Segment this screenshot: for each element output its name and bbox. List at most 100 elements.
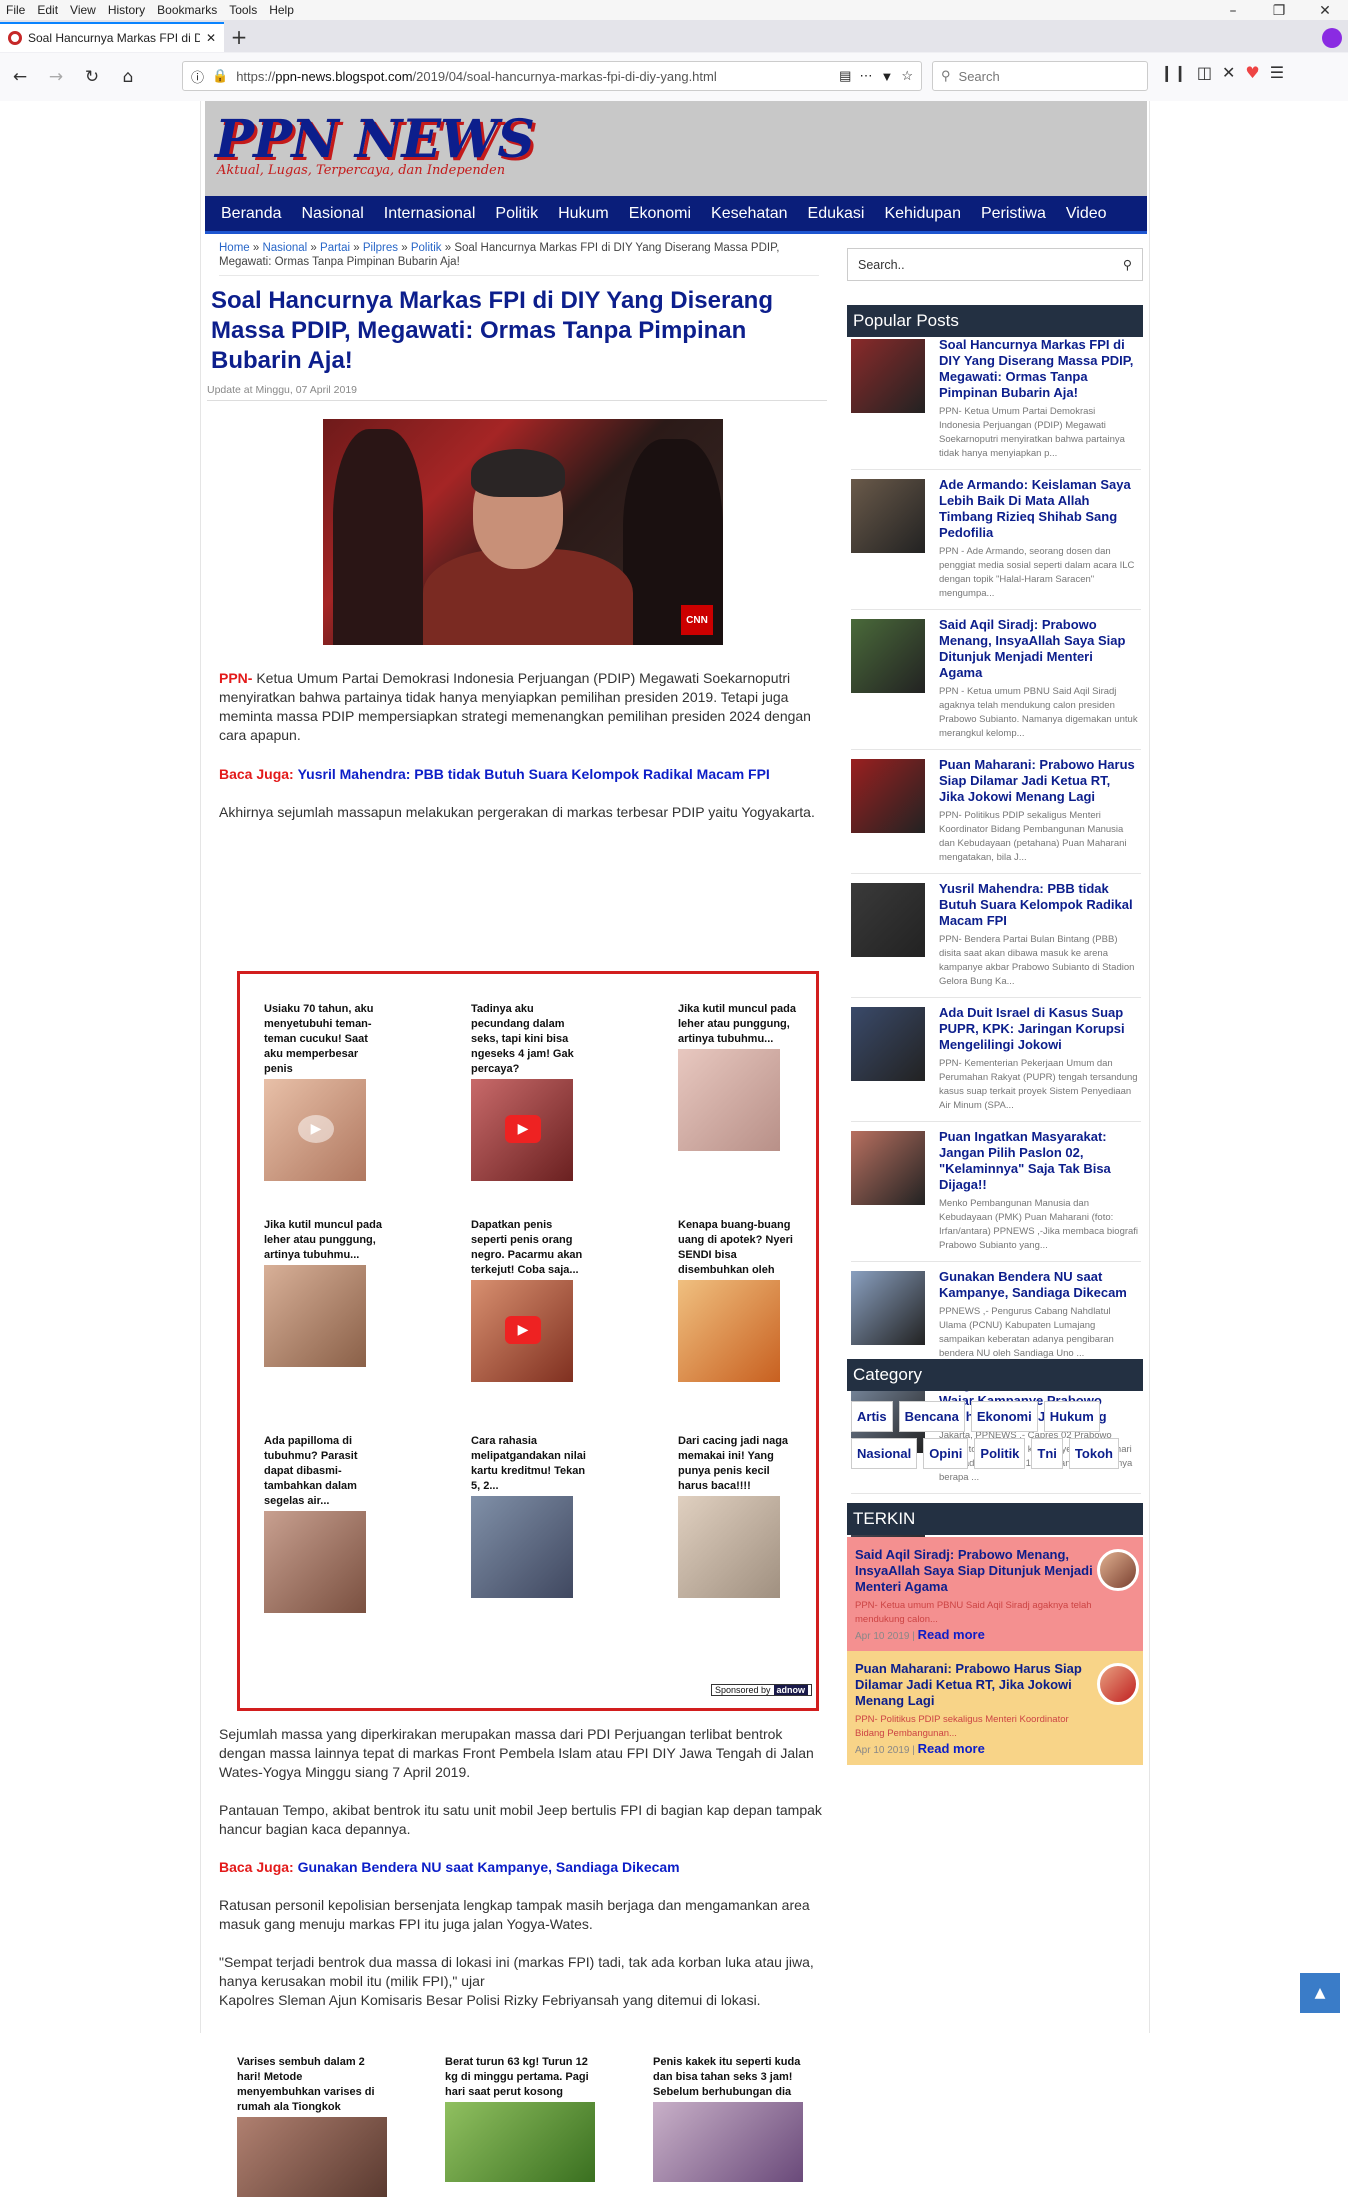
extension-icon[interactable] xyxy=(1322,28,1342,48)
terkin-item[interactable]: Puan Maharani: Prabowo Harus Siap Dilama… xyxy=(847,1651,1143,1765)
site-logo[interactable]: PPN NEWS xyxy=(215,109,535,170)
nav-beranda[interactable]: Beranda xyxy=(211,205,292,223)
menu-history[interactable]: History xyxy=(108,3,145,17)
ad-item[interactable]: Jika kutil muncul pada leher atau punggu… xyxy=(678,1002,798,1151)
library-icon[interactable]: ❙❙ xyxy=(1160,63,1187,82)
reader-view-icon[interactable]: ▤ xyxy=(839,68,851,84)
post-title[interactable]: Said Aqil Siradj: Prabowo Menang, InsyaA… xyxy=(939,617,1139,681)
post-snippet: PPN - Ketua umum PBNU Said Aqil Siradj a… xyxy=(939,686,1138,739)
crumb-home[interactable]: Home xyxy=(219,242,250,254)
info-icon[interactable]: ⓘ xyxy=(191,67,204,86)
category-politik[interactable]: Politik xyxy=(974,1438,1026,1469)
post-thumbnail[interactable] xyxy=(851,479,925,553)
url-host: ppn-news.blogspot.com xyxy=(275,68,413,84)
post-title[interactable]: Ade Armando: Keislaman Saya Lebih Baik D… xyxy=(939,477,1139,541)
nav-ekonomi[interactable]: Ekonomi xyxy=(619,205,701,223)
baca-juga-link-1[interactable]: Yusril Mahendra: PBB tidak Butuh Suara K… xyxy=(298,766,770,782)
article-column: Home » Nasional » Partai » Pilpres » Pol… xyxy=(205,241,841,2197)
menu-bookmarks[interactable]: Bookmarks xyxy=(157,3,217,17)
url-bar[interactable]: ⓘ 🔒 https://ppn-news.blogspot.com/2019/0… xyxy=(182,61,922,91)
terkin-item[interactable]: Said Aqil Siradj: Prabowo Menang, InsyaA… xyxy=(847,1537,1143,1651)
post-title[interactable]: Gunakan Bendera NU saat Kampanye, Sandia… xyxy=(939,1269,1139,1301)
ad-item[interactable]: Kenapa buang-buang uang di apotek? Nyeri… xyxy=(678,1218,798,1382)
x-extension-icon[interactable]: ✕ xyxy=(1222,63,1235,82)
category-tni[interactable]: Tni xyxy=(1031,1438,1063,1469)
post-thumbnail[interactable] xyxy=(851,1131,925,1205)
menu-tools[interactable]: Tools xyxy=(229,3,257,17)
menu-view[interactable]: View xyxy=(70,3,96,17)
post-thumbnail[interactable] xyxy=(851,619,925,693)
category-artis[interactable]: Artis xyxy=(851,1401,893,1432)
nav-video[interactable]: Video xyxy=(1056,205,1117,223)
close-window-icon[interactable]: ✕ xyxy=(1302,0,1348,22)
back-icon[interactable]: ← xyxy=(4,61,36,93)
tab-close-icon[interactable]: ✕ xyxy=(206,31,216,45)
crumb-pilpres[interactable]: Pilpres xyxy=(363,242,398,254)
baca-juga-link-2[interactable]: Gunakan Bendera NU saat Kampanye, Sandia… xyxy=(298,1859,680,1875)
category-nasional[interactable]: Nasional xyxy=(851,1438,918,1469)
crumb-nasional[interactable]: Nasional xyxy=(262,242,307,254)
home-icon[interactable]: ⌂ xyxy=(112,61,144,93)
ad-item[interactable]: Cara rahasia melipatgandakan nilai kartu… xyxy=(471,1434,591,1598)
category-hukum[interactable]: Hukum xyxy=(1043,1401,1100,1432)
post-title[interactable]: Soal Hancurnya Markas FPI di DIY Yang Di… xyxy=(939,337,1139,401)
tab-active[interactable]: Soal Hancurnya Markas FPI di DIY ✕ xyxy=(0,22,224,52)
hamburger-menu-icon[interactable]: ☰ xyxy=(1270,63,1284,82)
ad-item[interactable]: Jika kutil muncul pada leher atau punggu… xyxy=(264,1218,384,1367)
post-thumbnail[interactable] xyxy=(851,883,925,957)
bookmark-star-icon[interactable]: ☆ xyxy=(901,68,913,84)
post-thumbnail[interactable] xyxy=(851,759,925,833)
nav-kehidupan[interactable]: Kehidupan xyxy=(874,205,971,223)
search-icon[interactable]: ⚲ xyxy=(1123,257,1132,272)
crumb-partai[interactable]: Partai xyxy=(320,242,350,254)
post-thumbnail[interactable] xyxy=(851,339,925,413)
nav-hukum[interactable]: Hukum xyxy=(548,205,619,223)
category-opini[interactable]: Opini xyxy=(923,1438,969,1469)
ad-item[interactable]: Usiaku 70 tahun, aku menyetubuhi teman-t… xyxy=(264,1002,384,1181)
menu-file[interactable]: File xyxy=(6,3,25,17)
post-title[interactable]: Ada Duit Israel di Kasus Suap PUPR, KPK:… xyxy=(939,1005,1139,1053)
sponsored-by-badge[interactable]: Sponsored by adnow xyxy=(710,1684,812,1696)
nav-internasional[interactable]: Internasional xyxy=(374,205,486,223)
ad-item[interactable]: Tadinya aku pecundang dalam seks, tapi k… xyxy=(471,1002,591,1181)
post-divider xyxy=(851,873,1141,874)
bottom-ad-item[interactable]: Penis kakek itu seperti kuda dan bisa ta… xyxy=(653,2055,803,2182)
menu-edit[interactable]: Edit xyxy=(37,3,58,17)
browser-search-input[interactable]: ⚲ Search xyxy=(932,61,1148,91)
page-actions-icon[interactable]: ⋯ xyxy=(859,68,872,84)
post-title[interactable]: Puan Ingatkan Masyarakat: Jangan Pilih P… xyxy=(939,1129,1139,1193)
nav-politik[interactable]: Politik xyxy=(485,205,548,223)
url-text[interactable]: https://ppn-news.blogspot.com/2019/04/so… xyxy=(236,69,831,84)
sidebar-icon[interactable]: ◫ xyxy=(1197,63,1212,82)
scroll-to-top-button[interactable]: ▲ xyxy=(1300,1973,1340,2013)
category-tokoh[interactable]: Tokoh xyxy=(1068,1438,1119,1469)
post-snippet: Menko Pembangunan Manusia dan Kebudayaan… xyxy=(939,1198,1139,1251)
forward-icon[interactable]: → xyxy=(40,61,72,93)
post-thumbnail[interactable] xyxy=(851,1271,925,1345)
color-extension-icon[interactable]: ♥ xyxy=(1245,63,1259,82)
category-bencana[interactable]: Bencana xyxy=(898,1401,965,1432)
ad-item[interactable]: Dari cacing jadi naga memakai ini! Yang … xyxy=(678,1434,798,1598)
category-ekonomi[interactable]: Ekonomi xyxy=(970,1401,1038,1432)
restore-icon[interactable]: ❐ xyxy=(1256,0,1302,22)
new-tab-icon[interactable]: + xyxy=(224,22,254,52)
bottom-ad-item[interactable]: Berat turun 63 kg! Turun 12 kg di minggu… xyxy=(445,2055,595,2182)
nav-nasional[interactable]: Nasional xyxy=(292,205,374,223)
minimize-icon[interactable]: – xyxy=(1210,0,1256,22)
menu-help[interactable]: Help xyxy=(269,3,294,17)
ad-item[interactable]: Dapatkan penis seperti penis orang negro… xyxy=(471,1218,591,1382)
post-title[interactable]: Puan Maharani: Prabowo Harus Siap Dilama… xyxy=(939,757,1139,805)
reload-icon[interactable]: ↻ xyxy=(76,61,108,93)
post-title[interactable]: Yusril Mahendra: PBB tidak Butuh Suara K… xyxy=(939,881,1139,929)
crumb-politik[interactable]: Politik xyxy=(411,242,442,254)
post-thumbnail[interactable] xyxy=(851,1007,925,1081)
read-more-link[interactable]: Read more xyxy=(918,1741,985,1756)
nav-edukasi[interactable]: Edukasi xyxy=(798,205,875,223)
read-more-link[interactable]: Read more xyxy=(918,1627,985,1642)
nav-peristiwa[interactable]: Peristiwa xyxy=(971,205,1056,223)
sidebar-search-input[interactable]: Search.. ⚲ xyxy=(847,248,1143,281)
pocket-icon[interactable]: ▼ xyxy=(880,69,893,84)
nav-kesehatan[interactable]: Kesehatan xyxy=(701,205,798,223)
ad-item[interactable]: Ada papilloma di tubuhmu? Parasit dapat … xyxy=(264,1434,384,1613)
bottom-ad-item[interactable]: Varises sembuh dalam 2 hari! Metode meny… xyxy=(237,2055,387,2197)
